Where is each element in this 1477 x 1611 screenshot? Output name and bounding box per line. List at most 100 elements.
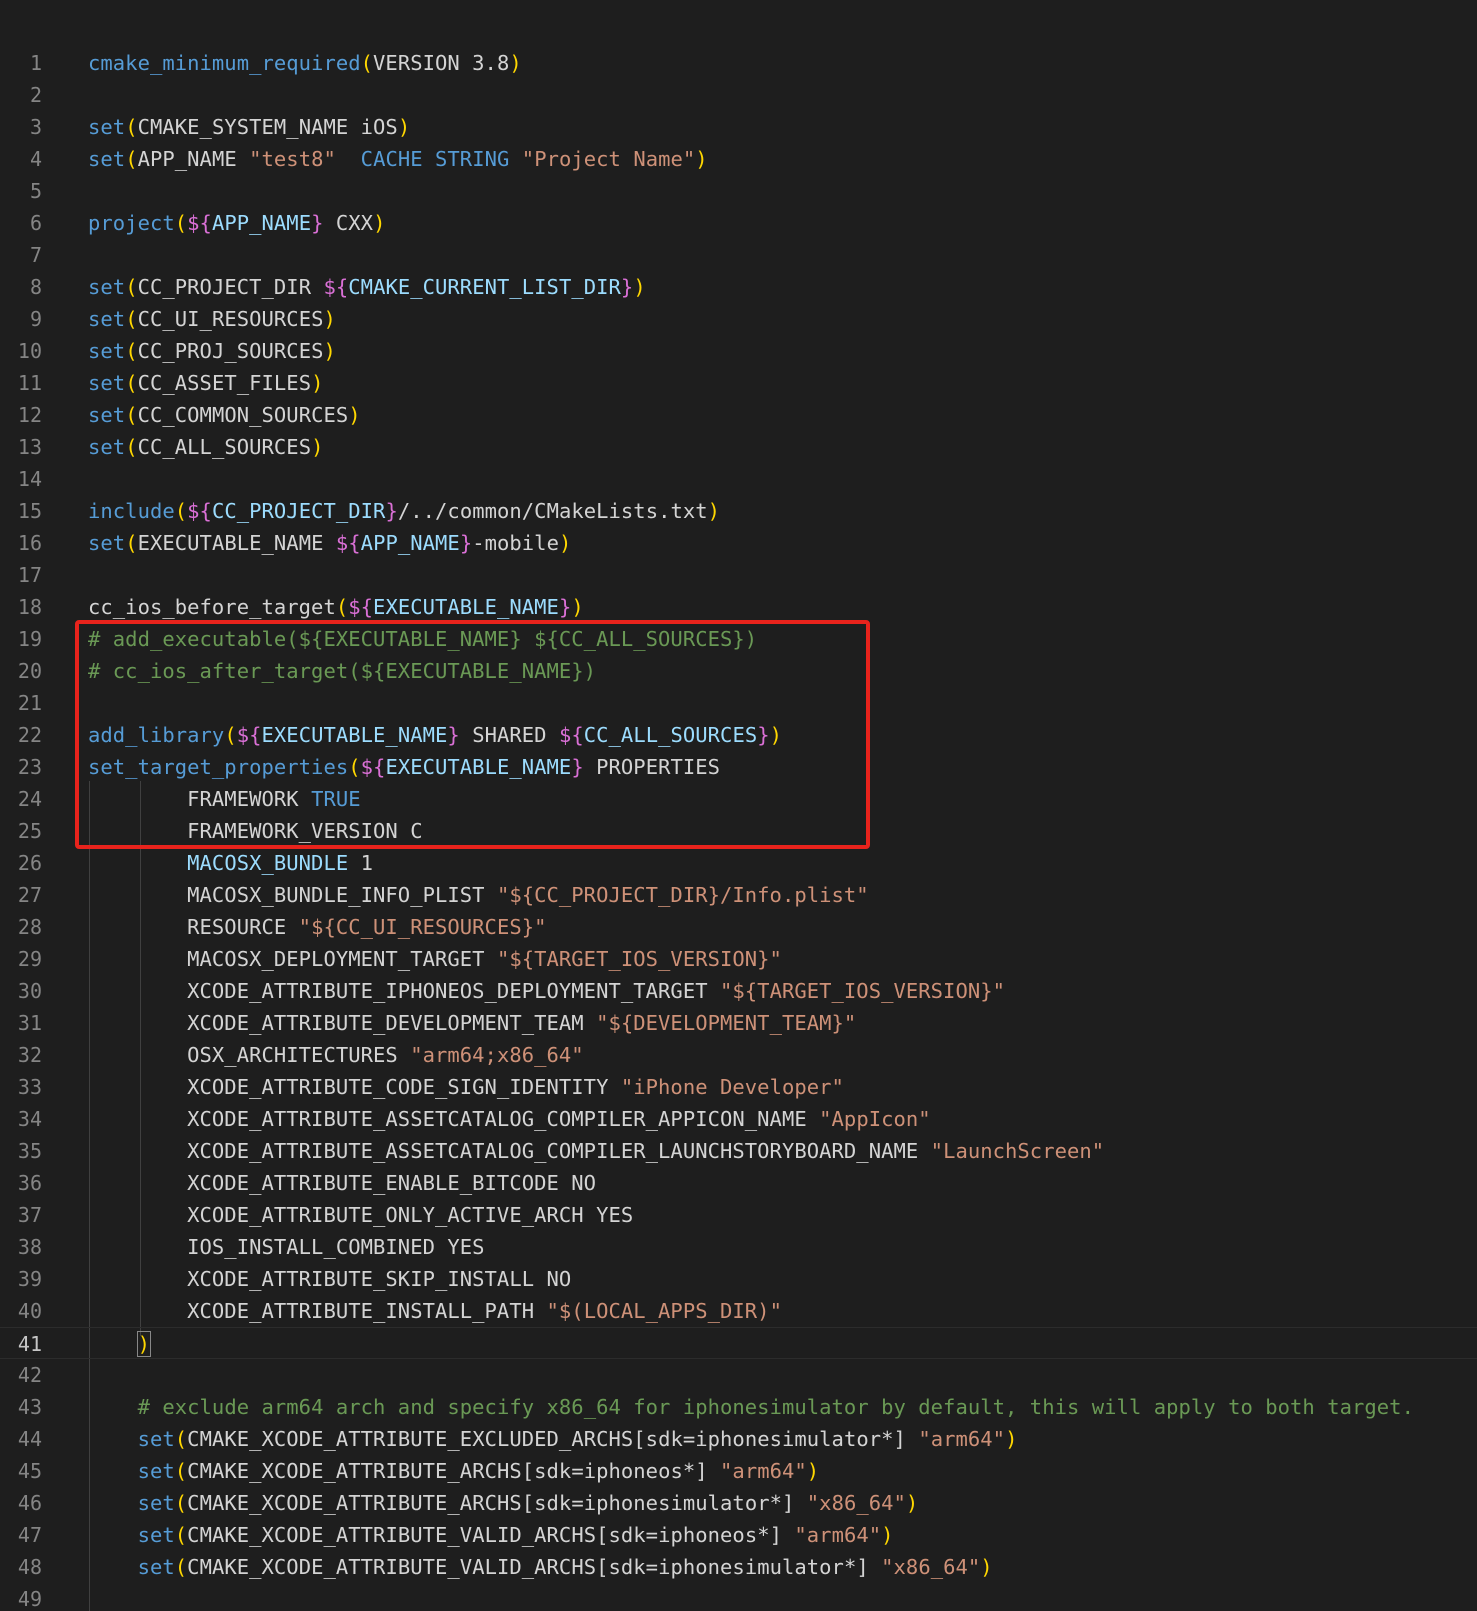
code-line-48[interactable]: 48 set(CMAKE_XCODE_ATTRIBUTE_VALID_ARCHS…	[0, 1551, 1477, 1583]
token: set	[88, 147, 126, 171]
token: (	[174, 211, 188, 235]
code-line-38[interactable]: 38 IOS_INSTALL_COMBINED YES	[0, 1231, 1477, 1263]
token: MACOSX_BUNDLE_INFO_PLIST	[88, 883, 497, 907]
line-number: 12	[17, 403, 42, 427]
code-line-13[interactable]: 13 set(CC_ALL_SOURCES)	[0, 431, 1477, 463]
code-line-14[interactable]: 14	[0, 463, 1477, 495]
line-number: 47	[17, 1523, 42, 1547]
token: XCODE_ATTRIBUTE_DEVELOPMENT_TEAM	[88, 1011, 597, 1035]
token: "${CC_UI_RESOURCES}"	[298, 915, 547, 939]
code-line-29[interactable]: 29 MACOSX_DEPLOYMENT_TARGET "${TARGET_IO…	[0, 943, 1477, 975]
code-line-17[interactable]: 17	[0, 559, 1477, 591]
code-line-41[interactable]: 41 )	[0, 1327, 1477, 1359]
code-line-11[interactable]: 11 set(CC_ASSET_FILES)	[0, 367, 1477, 399]
token: )	[695, 147, 708, 171]
line-number: 26	[17, 851, 42, 875]
token: CC_PROJ_SOURCES	[137, 339, 324, 363]
code-editor[interactable]: 1 cmake_minimum_required(VERSION 3.8) 2 3 se…	[0, 0, 1477, 1611]
code-line-34[interactable]: 34 XCODE_ATTRIBUTE_ASSETCATALOG_COMPILER…	[0, 1103, 1477, 1135]
token: )	[311, 371, 324, 395]
token: "arm64"	[720, 1459, 807, 1483]
token: set	[137, 1523, 175, 1547]
token: set	[88, 307, 126, 331]
token: (	[360, 51, 374, 75]
token: }	[311, 211, 324, 235]
line-number: 29	[17, 947, 42, 971]
code-line-33[interactable]: 33 XCODE_ATTRIBUTE_CODE_SIGN_IDENTITY "i…	[0, 1071, 1477, 1103]
line-number: 38	[17, 1235, 42, 1259]
line-number: 9	[29, 307, 42, 331]
line-number: 4	[29, 147, 42, 171]
code-line-12[interactable]: 12 set(CC_COMMON_SOURCES)	[0, 399, 1477, 431]
token: /../common/CMakeLists.txt	[397, 499, 708, 523]
line-code: XCODE_ATTRIBUTE_DEVELOPMENT_TEAM "${DEVE…	[88, 1007, 856, 1039]
code-line-42[interactable]: 42	[0, 1359, 1477, 1391]
code-line-39[interactable]: 39 XCODE_ATTRIBUTE_SKIP_INSTALL NO	[0, 1263, 1477, 1295]
code-line-30[interactable]: 30 XCODE_ATTRIBUTE_IPHONEOS_DEPLOYMENT_T…	[0, 975, 1477, 1007]
line-number: 8	[29, 275, 42, 299]
token: "LaunchScreen"	[930, 1139, 1105, 1163]
token: set	[88, 531, 126, 555]
code-line-40[interactable]: 40 XCODE_ATTRIBUTE_INSTALL_PATH "$(LOCAL…	[0, 1295, 1477, 1327]
code-line-10[interactable]: 10 set(CC_PROJ_SOURCES)	[0, 335, 1477, 367]
token: (	[125, 147, 138, 171]
token: XCODE_ATTRIBUTE_IPHONEOS_DEPLOYMENT_TARG…	[88, 979, 720, 1003]
code-line-45[interactable]: 45 set(CMAKE_XCODE_ATTRIBUTE_ARCHS[sdk=i…	[0, 1455, 1477, 1487]
code-line-2[interactable]: 2	[0, 79, 1477, 111]
line-number: 2	[29, 83, 42, 107]
token: "${DEVELOPMENT_TEAM}"	[596, 1011, 857, 1035]
code-line-3[interactable]: 3 set(CMAKE_SYSTEM_NAME iOS)	[0, 111, 1477, 143]
code-line-46[interactable]: 46 set(CMAKE_XCODE_ATTRIBUTE_ARCHS[sdk=i…	[0, 1487, 1477, 1519]
line-code: cc_ios_before_target(${EXECUTABLE_NAME})	[88, 591, 584, 623]
code-line-4[interactable]: 4 set(APP_NAME "test8" CACHE STRING "Proj…	[0, 143, 1477, 175]
code-line-28[interactable]: 28 RESOURCE "${CC_UI_RESOURCES}"	[0, 911, 1477, 943]
line-code: # exclude arm64 arch and specify x86_64 …	[88, 1391, 1414, 1423]
line-code: set(EXECUTABLE_NAME ${APP_NAME}-mobile)	[88, 527, 571, 559]
line-code: set(CC_ALL_SOURCES)	[88, 431, 324, 463]
code-line-7[interactable]: 7	[0, 239, 1477, 271]
token: XCODE_ATTRIBUTE_ASSETCATALOG_COMPILER_AP…	[88, 1107, 820, 1131]
line-number: 33	[17, 1075, 42, 1099]
code-line-9[interactable]: 9 set(CC_UI_RESOURCES)	[0, 303, 1477, 335]
token: MACOSX_BUNDLE	[187, 851, 349, 875]
line-number: 13	[17, 435, 42, 459]
code-line-5[interactable]: 5	[0, 175, 1477, 207]
line-number: 22	[17, 723, 42, 747]
code-line-18[interactable]: 18 cc_ios_before_target(${EXECUTABLE_NAME…	[0, 591, 1477, 623]
token: (	[125, 339, 138, 363]
code-line-47[interactable]: 47 set(CMAKE_XCODE_ATTRIBUTE_VALID_ARCHS…	[0, 1519, 1477, 1551]
code-line-36[interactable]: 36 XCODE_ATTRIBUTE_ENABLE_BITCODE NO	[0, 1167, 1477, 1199]
line-code: set(CC_COMMON_SOURCES)	[88, 399, 361, 431]
code-line-15[interactable]: 15 include(${CC_PROJECT_DIR}/../common/CM…	[0, 495, 1477, 527]
code-line-44[interactable]: 44 set(CMAKE_XCODE_ATTRIBUTE_EXCLUDED_AR…	[0, 1423, 1477, 1455]
code-line-27[interactable]: 27 MACOSX_BUNDLE_INFO_PLIST "${CC_PROJEC…	[0, 879, 1477, 911]
code-line-26[interactable]: 26 MACOSX_BUNDLE 1	[0, 847, 1477, 879]
token: )	[311, 435, 324, 459]
line-number: 31	[17, 1011, 42, 1035]
code-line-37[interactable]: 37 XCODE_ATTRIBUTE_ONLY_ACTIVE_ARCH YES	[0, 1199, 1477, 1231]
line-code: include(${CC_PROJECT_DIR}/../common/CMak…	[88, 495, 720, 527]
token: 1	[348, 851, 374, 875]
code-line-6[interactable]: 6 project(${APP_NAME} CXX)	[0, 207, 1477, 239]
code-line-35[interactable]: 35 XCODE_ATTRIBUTE_ASSETCATALOG_COMPILER…	[0, 1135, 1477, 1167]
line-number: 15	[17, 499, 42, 523]
token: set	[88, 275, 126, 299]
code-line-32[interactable]: 32 OSX_ARCHITECTURES "arm64;x86_64"	[0, 1039, 1477, 1071]
token: set	[88, 115, 126, 139]
token: )	[571, 595, 584, 619]
code-line-16[interactable]: 16 set(EXECUTABLE_NAME ${APP_NAME}-mobile…	[0, 527, 1477, 559]
line-code: set(APP_NAME "test8" CACHE STRING "Proje…	[88, 143, 708, 175]
line-number: 10	[17, 339, 42, 363]
line-number: 46	[17, 1491, 42, 1515]
code-line-31[interactable]: 31 XCODE_ATTRIBUTE_DEVELOPMENT_TEAM "${D…	[0, 1007, 1477, 1039]
code-line-49[interactable]: 49	[0, 1583, 1477, 1611]
code-line-8[interactable]: 8 set(CC_PROJECT_DIR ${CMAKE_CURRENT_LIST…	[0, 271, 1477, 303]
code-line-1[interactable]: 1 cmake_minimum_required(VERSION 3.8)	[0, 47, 1477, 79]
code-line-43[interactable]: 43 # exclude arm64 arch and specify x86_…	[0, 1391, 1477, 1423]
line-code: RESOURCE "${CC_UI_RESOURCES}"	[88, 911, 547, 943]
line-number: 39	[17, 1267, 42, 1291]
token: CMAKE_XCODE_ATTRIBUTE_EXCLUDED_ARCHS[sdk…	[187, 1427, 919, 1451]
